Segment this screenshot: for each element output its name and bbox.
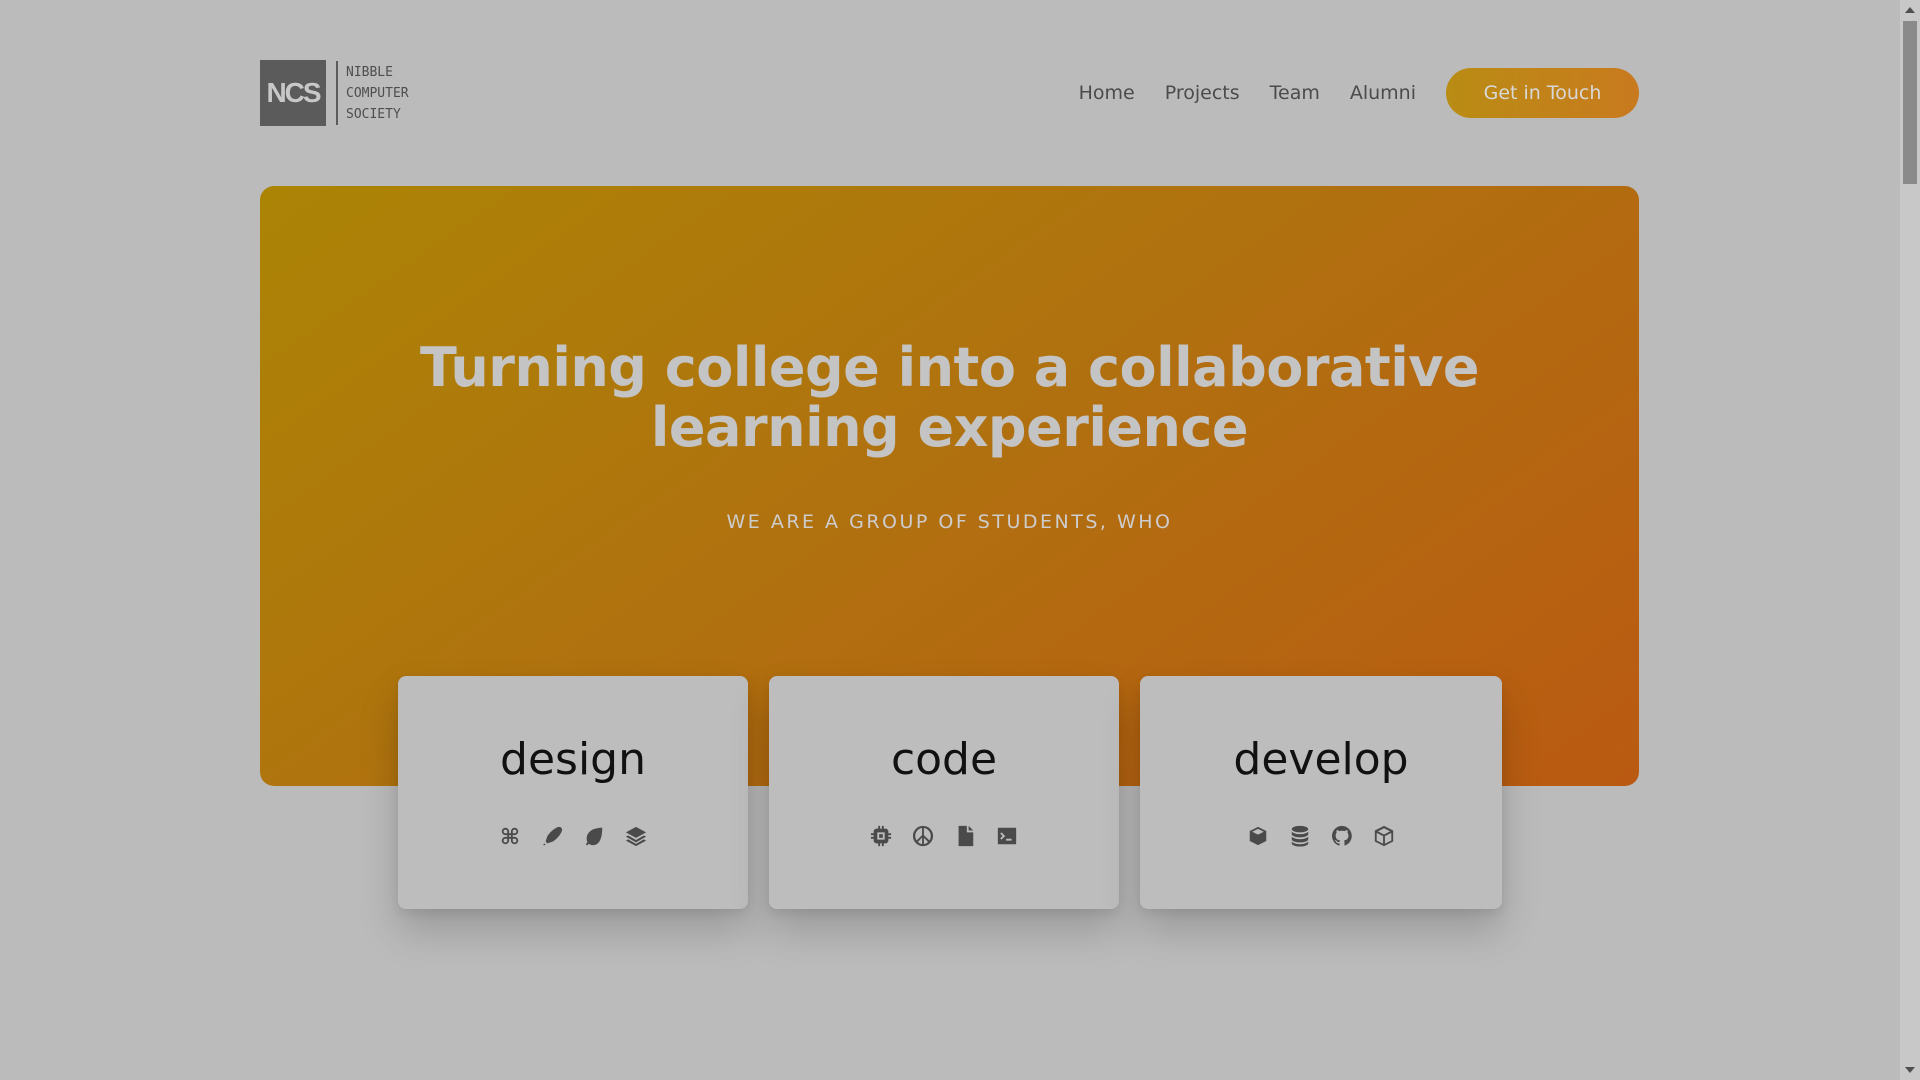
scroll-down-arrow-icon[interactable] — [1905, 1067, 1915, 1073]
page-scrollbar[interactable] — [1900, 0, 1920, 1080]
box-icon — [1246, 824, 1270, 848]
card-icons — [1140, 824, 1502, 848]
nav-alumni[interactable]: Alumni — [1350, 82, 1416, 104]
scroll-up-arrow-icon[interactable] — [1905, 7, 1915, 13]
pen-icon — [540, 824, 564, 848]
logo-line-3: SOCIETY — [346, 106, 401, 122]
card-title: code — [890, 734, 998, 785]
get-in-touch-button[interactable]: Get in Touch — [1446, 68, 1639, 118]
chip-icon — [869, 824, 893, 848]
github-icon — [1330, 824, 1354, 848]
nav-team[interactable]: Team — [1270, 82, 1320, 104]
command-icon — [498, 824, 522, 848]
card-icons — [769, 824, 1119, 848]
logo-line-1: NIBBLE — [346, 64, 393, 80]
logo-line-2: COMPUTER — [346, 85, 409, 101]
layers-icon — [624, 824, 648, 848]
nav-home[interactable]: Home — [1079, 82, 1135, 104]
logo-mark: NCS — [260, 60, 326, 126]
hero-title-line-2: learning experience — [650, 396, 1249, 459]
peace-icon — [911, 824, 935, 848]
hero-title: Turning college into a collaborative lea… — [260, 338, 1639, 458]
card-title: design — [500, 734, 646, 785]
logo-text: NIBBLE COMPUTER SOCIETY — [346, 62, 409, 125]
database-icon — [1288, 824, 1312, 848]
card-develop: develop — [1140, 676, 1502, 909]
card-code: code — [769, 676, 1119, 909]
feature-cards: design code develop — [398, 676, 1502, 909]
hero-subtitle: WE ARE A GROUP OF STUDENTS, WHO — [726, 511, 1173, 533]
logo[interactable]: NCS NIBBLE COMPUTER SOCIETY — [260, 60, 409, 126]
card-title: develop — [1233, 734, 1409, 785]
card-design: design — [398, 676, 748, 909]
terminal-icon — [995, 824, 1019, 848]
file-icon — [953, 824, 977, 848]
logo-divider — [336, 61, 338, 125]
main-nav: Home Projects Team Alumni Get in Touch — [1079, 68, 1639, 118]
nav-projects[interactable]: Projects — [1165, 82, 1240, 104]
hero-title-line-1: Turning college into a collaborative — [419, 336, 1480, 399]
cube-icon — [1372, 824, 1396, 848]
scroll-thumb[interactable] — [1903, 21, 1917, 184]
card-icons — [398, 824, 748, 848]
leaf-icon — [582, 824, 606, 848]
